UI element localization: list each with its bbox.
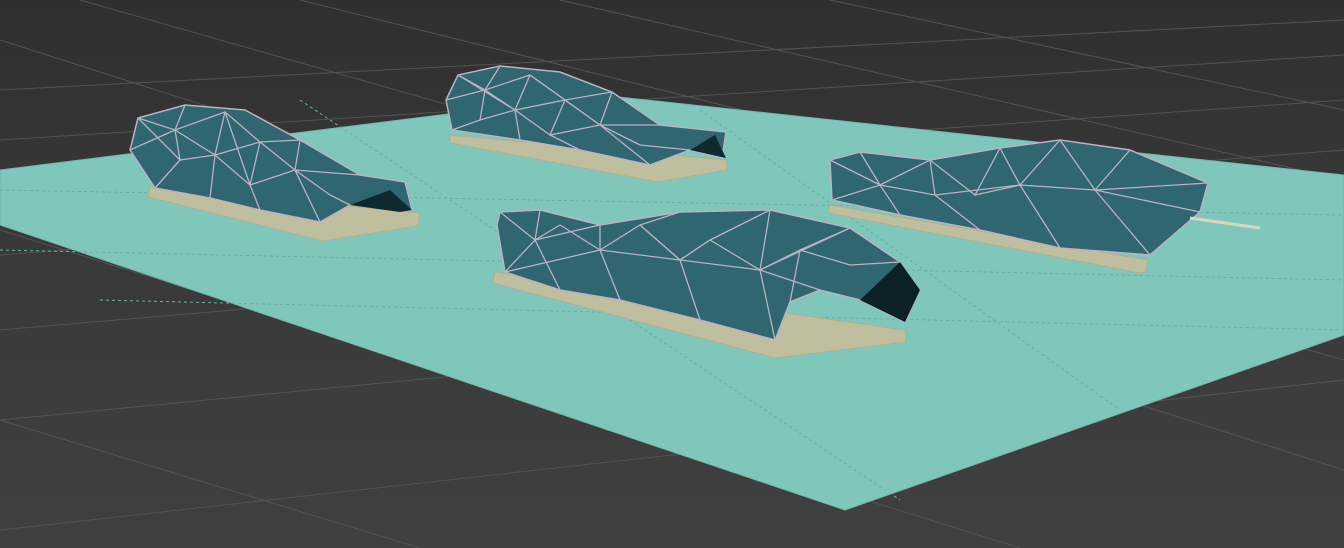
perspective-scene[interactable] <box>0 0 1344 548</box>
3d-viewport[interactable] <box>0 0 1344 548</box>
grid-line <box>0 419 421 548</box>
grid-line <box>829 0 1344 111</box>
grid-line <box>0 19 1344 91</box>
